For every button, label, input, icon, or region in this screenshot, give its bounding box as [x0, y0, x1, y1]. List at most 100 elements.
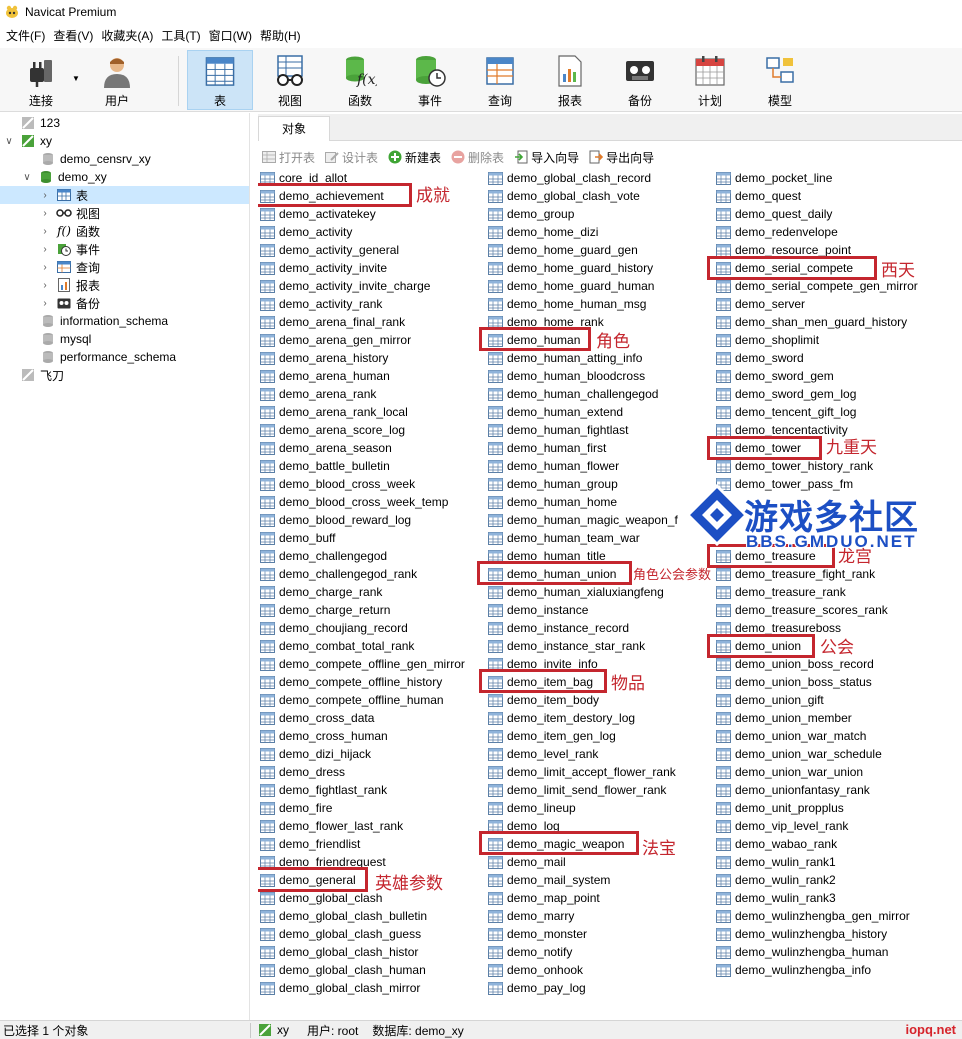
table-row[interactable]: demo_challengegod [260, 547, 387, 565]
table-row[interactable]: demo_vip_level_rank [716, 817, 848, 835]
backup-button[interactable]: 备份 [607, 50, 673, 110]
tree-node-events[interactable]: › 事件 [0, 240, 249, 258]
import-wizard-button[interactable]: 导入向导 [514, 149, 579, 166]
collapse-chevron-icon[interactable]: › [40, 280, 50, 291]
collapse-chevron-icon[interactable]: › [40, 298, 50, 309]
report-button[interactable]: 报表 [537, 50, 603, 110]
table-row[interactable]: demo_server [716, 295, 805, 313]
table-row[interactable]: demo_quest_daily [716, 205, 832, 223]
table-row[interactable]: demo_sword [716, 349, 804, 367]
schedule-button[interactable]: 计划 [677, 50, 743, 110]
table-row[interactable]: demo_pocket_line [716, 169, 832, 187]
table-row[interactable]: demo_tencentactivity [716, 421, 848, 439]
tree-db-demo-censrv-xy[interactable]: demo_censrv_xy [0, 150, 249, 168]
table-row[interactable]: demo_fire [260, 799, 332, 817]
table-row[interactable]: demo_limit_accept_flower_rank [488, 763, 676, 781]
tab-objects[interactable]: 对象 [258, 116, 330, 141]
table-row[interactable]: demo_human_group [488, 475, 618, 493]
tree-db-performance-schema[interactable]: performance_schema [0, 348, 249, 366]
view-button[interactable]: 视图 [257, 50, 323, 110]
table-row[interactable]: demo_global_clash_bulletin [260, 907, 427, 925]
table-row[interactable]: demo_human_title [488, 547, 606, 565]
table-row[interactable]: demo_group [488, 205, 574, 223]
table-row[interactable]: demo_activity [260, 223, 352, 241]
delete-table-button[interactable]: 删除表 [451, 149, 504, 166]
table-row[interactable]: demo_charge_return [260, 601, 390, 619]
table-row[interactable]: demo_challengegod_rank [260, 565, 417, 583]
table-row[interactable]: demo_blood_cross_week_temp [260, 493, 448, 511]
menu-file[interactable]: 文件(F) [2, 25, 49, 47]
table-row[interactable]: demo_human_magic_weapon_f [488, 511, 678, 529]
table-row[interactable]: demo_global_clash_mirror [260, 979, 420, 997]
tree-db-mysql[interactable]: mysql [0, 330, 249, 348]
table-row[interactable]: demo_human_fightlast [488, 421, 628, 439]
model-button[interactable]: 模型 [747, 50, 813, 110]
table-row[interactable]: demo_wulinzhengba_history [716, 925, 887, 943]
table-row[interactable]: demo_human_flower [488, 457, 619, 475]
table-row[interactable]: demo_home_guard_human [488, 277, 654, 295]
collapse-chevron-icon[interactable]: › [40, 262, 50, 273]
table-row[interactable]: demo_home_guard_gen [488, 241, 638, 259]
user-button[interactable]: 用户 [84, 50, 150, 110]
table-row[interactable]: demo_shan_men_guard_history [716, 313, 907, 331]
table-row[interactable]: demo_global_clash_guess [260, 925, 421, 943]
table-row[interactable]: demo_wulin_rank1 [716, 853, 836, 871]
table-row[interactable]: demo_compete_offline_history [260, 673, 442, 691]
table-row[interactable]: demo_general [260, 871, 356, 889]
table-row[interactable]: demo_global_clash [260, 889, 382, 907]
collapse-chevron-icon[interactable]: › [40, 208, 50, 219]
table-row[interactable]: demo_item_destory_log [488, 709, 635, 727]
table-row[interactable]: demo_arena_rank_local [260, 403, 408, 421]
menu-help[interactable]: 帮助(H) [256, 25, 305, 47]
table-row[interactable]: demo_human_bloodcross [488, 367, 645, 385]
menu-view[interactable]: 查看(V) [49, 25, 97, 47]
table-row[interactable]: demo_activity_general [260, 241, 399, 259]
table-row[interactable]: demo_arena_history [260, 349, 388, 367]
table-row[interactable]: demo_global_clash_record [488, 169, 651, 187]
table-row[interactable]: demo_treasure_rank [716, 583, 846, 601]
table-row[interactable]: demo_lineup [488, 799, 576, 817]
export-wizard-button[interactable]: 导出向导 [589, 149, 654, 166]
table-row[interactable]: demo_union_boss_status [716, 673, 872, 691]
table-row[interactable]: demo_wulin_rank3 [716, 889, 836, 907]
table-row[interactable]: demo_home_dizi [488, 223, 598, 241]
table-row[interactable]: demo_shoplimit [716, 331, 819, 349]
table-row[interactable]: demo_home_guard_history [488, 259, 653, 277]
table-row[interactable]: demo_mail [488, 853, 566, 871]
table-row[interactable]: demo_magic_weapon [488, 835, 624, 853]
connect-button[interactable]: 连接 [8, 50, 74, 110]
open-table-button[interactable]: 打开表 [262, 149, 315, 166]
function-button[interactable]: f(x) 函数 [327, 50, 393, 110]
collapse-chevron-icon[interactable]: › [40, 244, 50, 255]
table-row[interactable]: demo_fightlast_rank [260, 781, 387, 799]
table-row[interactable]: demo_wulinzhengba_human [716, 943, 888, 961]
tree-node-tables[interactable]: › 表 [0, 186, 249, 204]
table-row[interactable]: demo_arena_season [260, 439, 392, 457]
tree-node-reports[interactable]: › 报表 [0, 276, 249, 294]
table-row[interactable]: demo_dress [260, 763, 345, 781]
table-row[interactable]: demo_tower [716, 439, 801, 457]
menu-tools[interactable]: 工具(T) [157, 25, 204, 47]
table-row[interactable]: demo_unit_propplus [716, 799, 844, 817]
table-row[interactable]: demo_level_rank [488, 745, 598, 763]
table-row[interactable]: demo_wabao_rank [716, 835, 837, 853]
table-row[interactable]: demo_union_war_union [716, 763, 863, 781]
table-row[interactable]: demo_flower_last_rank [260, 817, 403, 835]
expand-chevron-icon[interactable]: ∨ [4, 136, 14, 147]
table-row[interactable]: demo_tencent_gift_log [716, 403, 856, 421]
table-row[interactable]: demo_wulin_rank2 [716, 871, 836, 889]
table-row[interactable]: demo_battle_bulletin [260, 457, 390, 475]
table-row[interactable]: demo_buff [260, 529, 336, 547]
table-row[interactable]: demo_activity_rank [260, 295, 382, 313]
new-table-button[interactable]: 新建表 [388, 149, 441, 166]
table-row[interactable]: demo_arena_rank [260, 385, 376, 403]
expand-chevron-icon[interactable]: ∨ [22, 172, 32, 183]
table-row[interactable]: demo_human [488, 331, 580, 349]
tree-db-demo-xy[interactable]: ∨ demo_xy [0, 168, 249, 186]
tree-node-functions[interactable]: › f() 函数 [0, 222, 249, 240]
table-row[interactable]: demo_redenvelope [716, 223, 838, 241]
table-row[interactable]: demo_activity_invite_charge [260, 277, 430, 295]
table-row[interactable]: demo_unionfantasy_rank [716, 781, 870, 799]
event-button[interactable]: 事件 [397, 50, 463, 110]
table-row[interactable]: demo_notify [488, 943, 572, 961]
